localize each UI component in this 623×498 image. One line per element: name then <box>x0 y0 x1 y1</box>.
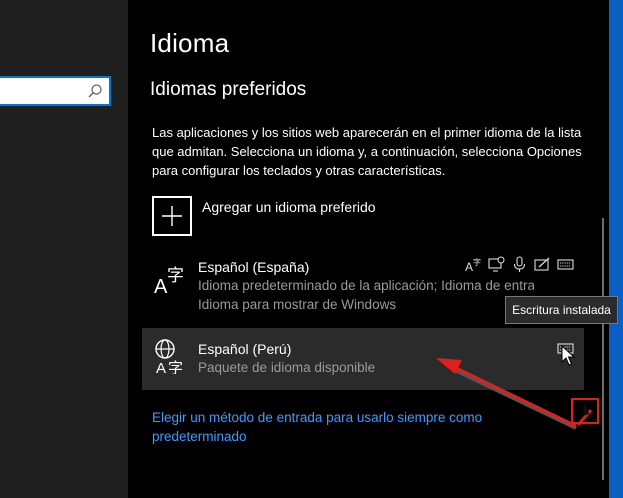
svg-text:A: A <box>154 276 168 296</box>
search-icon[interactable] <box>87 83 103 99</box>
section-title: Idiomas preferidos <box>150 79 307 100</box>
language-detail: Paquete de idioma disponible <box>198 360 376 375</box>
settings-nav-pane <box>0 0 128 498</box>
search-input[interactable] <box>0 78 85 104</box>
feature-icons: A字 <box>465 256 574 274</box>
display-language-icon <box>488 256 505 273</box>
keyboard-icon <box>557 256 574 273</box>
desktop-edge <box>609 0 623 498</box>
speech-recognition-icon <box>511 256 528 273</box>
handwriting-icon <box>534 256 551 273</box>
language-name: Español (Perú) <box>198 341 292 357</box>
scrollbar[interactable] <box>602 218 604 480</box>
plus-icon <box>152 196 192 236</box>
svg-text:A: A <box>156 360 166 374</box>
search-box[interactable] <box>0 76 111 106</box>
mouse-cursor-icon <box>561 345 576 366</box>
language-detail: Idioma para mostrar de Windows <box>198 297 397 312</box>
tooltip: Escritura instalada <box>505 296 618 324</box>
add-language-button[interactable]: Agregar un idioma preferido <box>152 196 376 236</box>
input-method-link[interactable]: Elegir un método de entrada para usarlo … <box>152 408 512 446</box>
language-item-es-pe[interactable]: A 字 Español (Perú) Paquete de idioma dis… <box>142 328 584 390</box>
page-title: Idioma <box>150 28 230 58</box>
svg-text:字: 字 <box>473 257 481 267</box>
svg-text:A: A <box>465 260 473 273</box>
language-detail: Idioma predeterminado de la aplicación; … <box>198 278 534 293</box>
language-name: Español (España) <box>198 259 310 275</box>
text-to-speech-icon: A字 <box>465 256 482 274</box>
language-icon: A 字 <box>154 266 184 296</box>
add-language-label: Agregar un idioma preferido <box>202 199 376 215</box>
description-text: Las aplicaciones y los sitios web aparec… <box>152 125 582 178</box>
language-pack-icon: A 字 <box>155 339 183 374</box>
svg-text:字: 字 <box>168 359 183 374</box>
svg-text:字: 字 <box>167 266 184 286</box>
